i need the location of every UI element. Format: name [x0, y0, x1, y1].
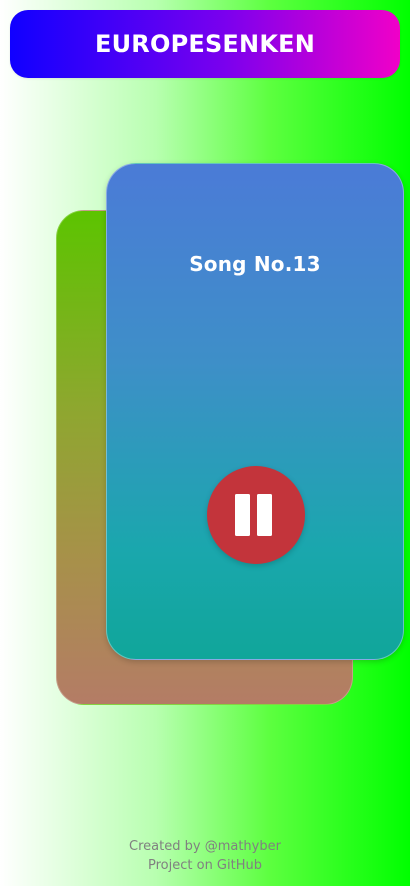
- footer: Created by @mathyber Project on GitHub: [0, 837, 410, 875]
- current-song-card[interactable]: Song No.13: [106, 163, 404, 660]
- song-title: Song No.13: [189, 252, 321, 276]
- pause-icon: [235, 494, 272, 536]
- creator-credit[interactable]: Created by @mathyber: [0, 837, 410, 856]
- app-title: EUROPESENKEN: [95, 30, 315, 58]
- pause-button[interactable]: [207, 466, 305, 564]
- github-link[interactable]: Project on GitHub: [0, 856, 410, 875]
- app-header: EUROPESENKEN: [10, 10, 400, 78]
